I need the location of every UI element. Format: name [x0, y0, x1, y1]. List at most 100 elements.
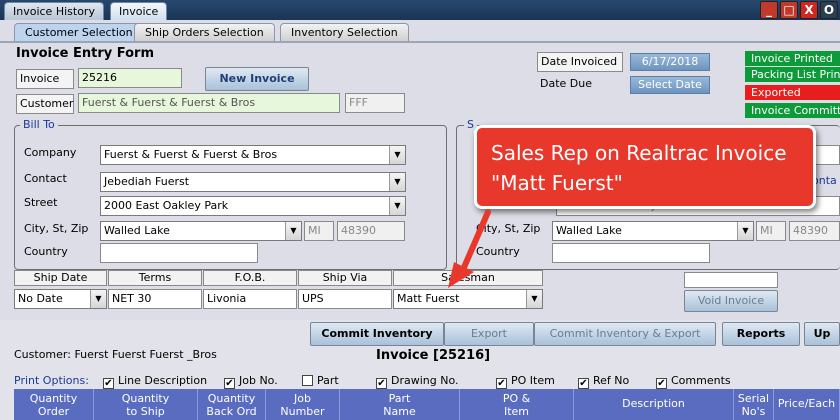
fob-header: F.O.B.	[203, 270, 297, 286]
company-select[interactable]: Fuerst & Fuerst & Fuerst & Bros ▼	[100, 145, 406, 165]
option-part[interactable]: Part	[302, 374, 339, 387]
col-label: Serial	[737, 392, 770, 405]
col-quantity-back-ord[interactable]: Quantity Back Ord	[198, 389, 266, 420]
date-invoiced-picker[interactable]: 6/17/2018	[630, 53, 710, 71]
ship-city-value: Walled Lake	[556, 224, 622, 237]
col-quantity-order[interactable]: Quantity Order	[14, 389, 94, 420]
ship-zip-field[interactable]: 48390	[789, 221, 840, 241]
tab-divider	[0, 41, 840, 43]
zip-field[interactable]: 48390	[337, 221, 405, 241]
tab-ship-orders-selection[interactable]: Ship Orders Selection	[134, 23, 275, 41]
close-button[interactable]: X	[800, 1, 818, 19]
update-button[interactable]: Up	[804, 322, 840, 346]
contact-value: Jebediah Fuerst	[104, 175, 190, 188]
commit-inventory-export-button[interactable]: Commit Inventory & Export	[534, 322, 716, 346]
ship-via-field[interactable]: UPS	[298, 289, 392, 309]
status-invoice-committed: Invoice Committed	[745, 103, 840, 118]
customer-name-field[interactable]: Fuerst & Fuerst & Fuerst & Bros	[78, 93, 340, 113]
fob-field[interactable]: Livonia	[203, 289, 297, 309]
col-label: to Ship	[126, 405, 165, 418]
city-select[interactable]: Walled Lake ▼	[100, 221, 302, 241]
void-invoice-button[interactable]: Void Invoice	[684, 290, 778, 312]
col-job-number[interactable]: Job Number	[266, 389, 340, 420]
col-part-name[interactable]: Part Name	[340, 389, 460, 420]
ship-date-value: No Date	[18, 292, 63, 305]
callout-line-2: "Matt Fuerst"	[491, 171, 623, 195]
street-value: 2000 East Oakley Park	[104, 199, 229, 212]
option-label: Line Description	[118, 374, 208, 387]
option-ref-no[interactable]: ✔ Ref No	[578, 374, 629, 389]
checkbox-icon[interactable]: ✔	[376, 378, 387, 389]
maximize-button[interactable]: □	[780, 1, 798, 19]
option-label: Job No.	[239, 374, 278, 387]
window-tab-strip: Invoice History Invoice _ □ X O	[0, 0, 840, 20]
option-line-description[interactable]: ✔ Line Description	[103, 374, 207, 389]
annotation-callout: Sales Rep on Realtrac Invoice "Matt Fuer…	[474, 125, 816, 209]
options-button[interactable]: O	[820, 1, 838, 19]
export-button[interactable]: Export	[444, 322, 534, 346]
checkbox-icon[interactable]	[302, 375, 313, 386]
bill-to-legend: Bill To	[20, 118, 58, 131]
col-label: Description	[622, 397, 685, 410]
country-field[interactable]	[100, 243, 258, 263]
ship-city-select[interactable]: Walled Lake ▼	[552, 221, 754, 241]
col-quantity-to-ship[interactable]: Quantity to Ship	[94, 389, 198, 420]
option-comments[interactable]: ✔ Comments	[656, 374, 731, 389]
ship-company-field[interactable]	[812, 145, 840, 165]
tab-invoice-history[interactable]: Invoice History	[4, 2, 104, 20]
ship-country-field[interactable]	[552, 243, 710, 263]
date-due-label: Date Due	[540, 77, 592, 90]
state-field[interactable]: MI	[304, 221, 334, 241]
arrow-head	[448, 262, 474, 288]
tab-inventory-selection[interactable]: Inventory Selection	[280, 23, 409, 41]
status-packing-list-printed: Packing List Printed	[745, 67, 840, 82]
checkbox-icon[interactable]: ✔	[224, 378, 235, 389]
chevron-down-icon[interactable]: ▼	[389, 146, 405, 164]
status-invoice-printed: Invoice Printed	[745, 51, 840, 66]
col-label: Quantity	[29, 392, 78, 405]
invoice-label: Invoice	[16, 69, 74, 89]
date-due-picker[interactable]: Select Date	[630, 76, 710, 94]
option-job-no[interactable]: ✔ Job No.	[224, 374, 278, 389]
checkbox-icon[interactable]: ✔	[496, 378, 507, 389]
customer-code-field[interactable]: FFF	[345, 93, 405, 113]
chevron-down-icon[interactable]: ▼	[285, 222, 301, 240]
col-serial-nos[interactable]: Serial No's	[734, 389, 774, 420]
tab-customer-selection[interactable]: Customer Selection	[14, 23, 144, 41]
ship-date-select[interactable]: No Date ▼	[14, 289, 107, 309]
city-st-zip-label: City, St, Zip	[24, 222, 89, 235]
commit-inventory-button[interactable]: Commit Inventory	[310, 322, 444, 346]
city-value: Walled Lake	[104, 224, 170, 237]
country-label: Country	[24, 245, 68, 258]
chevron-down-icon[interactable]: ▼	[526, 290, 542, 308]
col-label: Item	[503, 405, 530, 418]
col-po-item[interactable]: PO & Item	[460, 389, 574, 420]
company-label: Company	[24, 146, 77, 159]
chevron-down-icon[interactable]: ▼	[737, 222, 753, 240]
minimize-button[interactable]: _	[760, 1, 778, 19]
terms-header: Terms	[108, 270, 202, 286]
chevron-down-icon[interactable]: ▼	[90, 290, 106, 308]
street-select[interactable]: 2000 East Oakley Park ▼	[100, 196, 406, 216]
reports-button[interactable]: Reports	[722, 322, 800, 346]
invoice-number-field[interactable]: 25216	[78, 68, 182, 88]
ship-date-header: Ship Date	[14, 270, 107, 286]
col-price-each[interactable]: Price/Each	[774, 389, 840, 420]
option-po-item[interactable]: ✔ PO Item	[496, 374, 555, 389]
checkbox-icon[interactable]: ✔	[578, 378, 589, 389]
col-description[interactable]: Description	[574, 389, 734, 420]
new-invoice-button[interactable]: New Invoice	[205, 67, 309, 91]
terms-field[interactable]: NET 30	[108, 289, 202, 309]
checkbox-icon[interactable]: ✔	[656, 378, 667, 389]
chevron-down-icon[interactable]: ▼	[389, 197, 405, 215]
customer-summary: Customer: Fuerst Fuerst Fuerst _Bros	[14, 348, 217, 361]
checkbox-icon[interactable]: ✔	[103, 378, 114, 389]
col-label: Price/Each	[777, 397, 836, 410]
option-drawing-no[interactable]: ✔ Drawing No.	[376, 374, 459, 389]
ship-via-header: Ship Via	[298, 270, 392, 286]
chevron-down-icon[interactable]: ▼	[389, 173, 405, 191]
print-options-label: Print Options:	[14, 374, 89, 387]
contact-select[interactable]: Jebediah Fuerst ▼	[100, 172, 406, 192]
tab-invoice[interactable]: Invoice	[110, 2, 168, 20]
ship-state-field[interactable]: MI	[756, 221, 786, 241]
